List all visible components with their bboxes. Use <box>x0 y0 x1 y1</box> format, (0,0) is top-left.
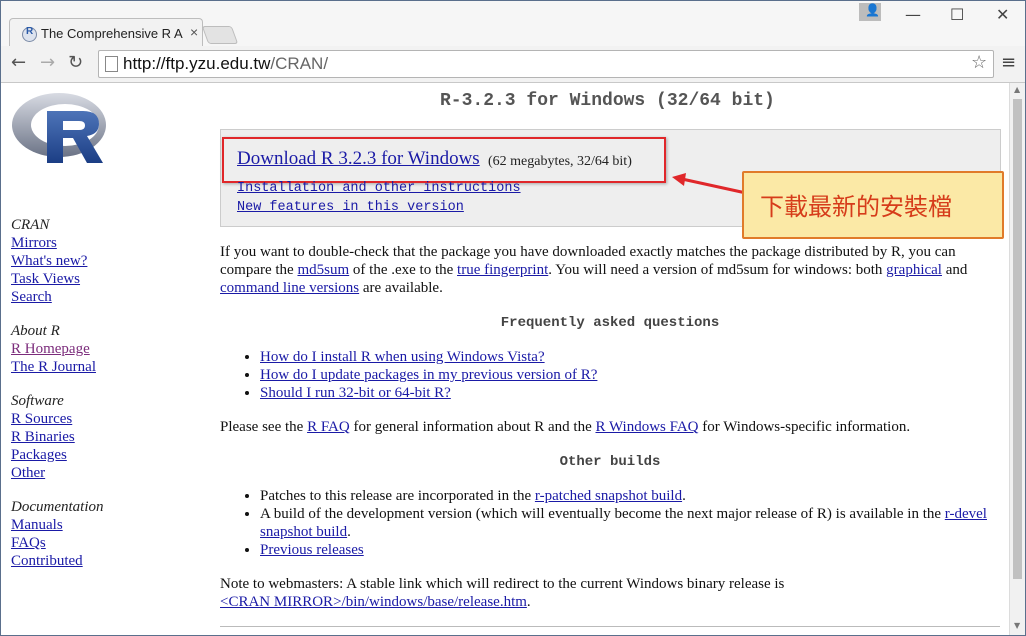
url-host: http://ftp.yzu.edu.tw <box>123 54 271 73</box>
sidebar-heading-software: Software <box>11 393 64 409</box>
command-line-link[interactable]: command line versions <box>220 280 359 296</box>
text: Patches to this release are incorporated… <box>260 488 535 504</box>
sidebar-heading-cran: CRAN <box>11 217 50 233</box>
sidebar-link-whats-new[interactable]: What's new? <box>11 252 103 270</box>
sidebar-heading-documentation: Documentation <box>11 499 104 515</box>
user-profile-button[interactable]: 👤 <box>859 3 881 21</box>
text: . You will need a version of md5sum for … <box>548 262 887 278</box>
r-patched-link[interactable]: r-patched snapshot build <box>535 488 682 504</box>
url-text: http://ftp.yzu.edu.tw/CRAN/ <box>123 54 328 74</box>
tab-strip: The Comprehensive R Ar × 👤 — ☐ ✕ <box>1 1 1025 47</box>
browser-toolbar: ← → ↻ http://ftp.yzu.edu.tw/CRAN/ ☆ ≡ <box>1 46 1025 83</box>
webmasters-paragraph: Note to webmasters: A stable link which … <box>220 575 995 611</box>
md5sum-link[interactable]: md5sum <box>297 262 349 278</box>
sidebar-link-manuals[interactable]: Manuals <box>11 516 103 534</box>
back-button[interactable]: ← <box>11 52 26 73</box>
list-item: Patches to this release are incorporated… <box>260 487 1000 505</box>
text: are available. <box>359 280 443 296</box>
divider <box>220 626 1000 627</box>
sidebar-link-mirrors[interactable]: Mirrors <box>11 234 103 252</box>
text: and <box>941 262 968 278</box>
sidebar-link-contributed[interactable]: Contributed <box>11 552 103 570</box>
tab-title: The Comprehensive R Ar <box>41 26 183 41</box>
sidebar-link-task-views[interactable]: Task Views <box>11 270 103 288</box>
install-instructions-link[interactable]: Installation and other instructions <box>237 181 521 196</box>
close-window-button[interactable]: ✕ <box>996 5 1009 24</box>
faq-paragraph: Please see the R FAQ for general informa… <box>220 418 995 436</box>
url-path: /CRAN/ <box>270 54 329 73</box>
faq-link-update-packages[interactable]: How do I update packages in my previous … <box>260 367 597 383</box>
sidebar-link-r-journal[interactable]: The R Journal <box>11 358 103 376</box>
reload-button[interactable]: ↻ <box>68 52 83 73</box>
sidebar-link-r-sources[interactable]: R Sources <box>11 410 103 428</box>
graphical-link[interactable]: graphical <box>886 262 942 278</box>
page-icon <box>105 56 118 72</box>
faq-list: How do I install R when using Windows Vi… <box>220 348 1000 402</box>
previous-releases-link[interactable]: Previous releases <box>260 542 364 558</box>
text: of the .exe to the <box>349 262 458 278</box>
user-icon: 👤 <box>865 3 880 17</box>
faq-link-32-64[interactable]: Should I run 32-bit or 64-bit R? <box>260 385 451 401</box>
list-item: Should I run 32-bit or 64-bit R? <box>260 384 1000 402</box>
text: Please see the <box>220 419 308 435</box>
sidebar-heading-about: About R <box>11 323 60 339</box>
sidebar-link-r-homepage[interactable]: R Homepage <box>11 340 103 358</box>
text: . <box>347 524 351 540</box>
sidebar-link-other[interactable]: Other <box>11 464 103 482</box>
scrollbar-thumb[interactable] <box>1013 99 1022 579</box>
maximize-button[interactable]: ☐ <box>950 5 964 24</box>
highlight-box <box>222 137 666 183</box>
md5-paragraph: If you want to double-check that the pac… <box>220 243 995 297</box>
sidebar-link-packages[interactable]: Packages <box>11 446 103 464</box>
scroll-up-icon[interactable]: ▲ <box>1014 85 1020 94</box>
scrollbar[interactable]: ▲ ▼ <box>1009 83 1025 635</box>
list-item: A build of the development version (whic… <box>260 505 1000 541</box>
other-builds-heading: Other builds <box>559 454 661 470</box>
list-item: How do I update packages in my previous … <box>260 366 1000 384</box>
new-features-link[interactable]: New features in this version <box>237 200 464 215</box>
forward-button[interactable]: → <box>40 52 55 73</box>
other-builds-list: Patches to this release are incorporated… <box>220 487 1000 559</box>
sidebar-link-r-binaries[interactable]: R Binaries <box>11 428 103 446</box>
browser-menu-icon[interactable]: ≡ <box>1001 52 1016 73</box>
callout-arrow <box>672 173 747 195</box>
faq-heading: Frequently asked questions <box>500 315 720 331</box>
browser-tab[interactable]: The Comprehensive R Ar × <box>9 18 203 47</box>
text: . <box>526 594 531 610</box>
r-favicon-icon <box>22 26 37 42</box>
text: Note to webmasters: A stable link which … <box>220 576 785 592</box>
release-link[interactable]: <CRAN MIRROR>/bin/windows/base/release.h… <box>220 594 527 610</box>
page-title: R-3.2.3 for Windows (32/64 bit) <box>440 91 775 111</box>
minimize-button[interactable]: — <box>905 5 921 24</box>
faq-link-vista[interactable]: How do I install R when using Windows Vi… <box>260 349 545 365</box>
text: for general information about R and the <box>349 419 596 435</box>
callout-annotation: 下載最新的安裝檔 <box>742 171 1004 239</box>
page-content: CRAN Mirrors What's new? Task Views Sear… <box>1 83 1009 635</box>
sidebar-link-search[interactable]: Search <box>11 288 103 306</box>
callout-text: 下載最新的安裝檔 <box>760 193 952 221</box>
tab-close-icon[interactable]: × <box>190 24 198 40</box>
scroll-down-icon[interactable]: ▼ <box>1014 621 1020 630</box>
text: for Windows-specific information. <box>698 419 911 435</box>
browser-window: The Comprehensive R Ar × 👤 — ☐ ✕ ← → ↻ h… <box>0 0 1026 636</box>
sidebar-link-faqs[interactable]: FAQs <box>11 534 103 552</box>
bookmark-star-icon[interactable]: ☆ <box>971 52 987 73</box>
r-faq-link[interactable]: R FAQ <box>307 419 350 435</box>
sidebar-nav: CRAN Mirrors What's new? Task Views Sear… <box>11 216 103 570</box>
address-bar[interactable]: http://ftp.yzu.edu.tw/CRAN/ ☆ <box>98 50 994 78</box>
text: A build of the development version (whic… <box>260 506 945 522</box>
r-windows-faq-link[interactable]: R Windows FAQ <box>595 419 698 435</box>
r-logo <box>12 93 106 163</box>
list-item: Previous releases <box>260 541 1000 559</box>
text: . <box>682 488 686 504</box>
list-item: How do I install R when using Windows Vi… <box>260 348 1000 366</box>
new-tab-button[interactable] <box>201 26 239 44</box>
fingerprint-link[interactable]: true fingerprint <box>457 262 548 278</box>
